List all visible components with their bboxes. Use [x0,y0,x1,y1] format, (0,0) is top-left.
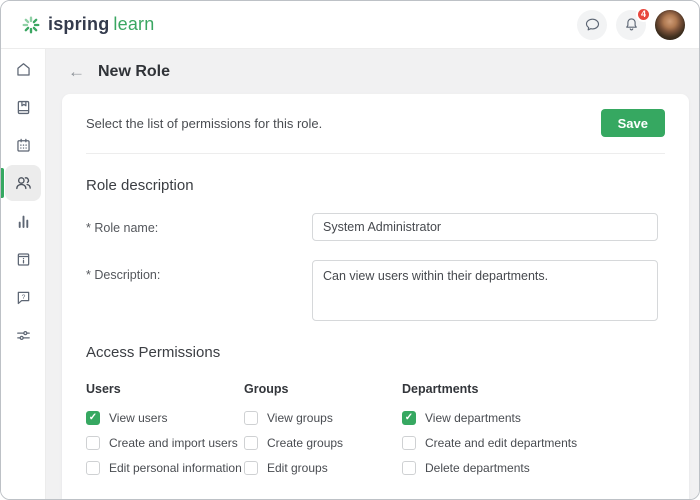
body: ? ← New Role Select the list of permissi… [1,49,699,500]
help-bubble-icon: ? [14,288,33,307]
permission-checkbox-delete-departments[interactable]: Delete departments [402,461,665,475]
permission-checkbox-edit-personal-information[interactable]: Edit personal information [86,461,244,475]
home-icon [14,60,33,79]
page-title: New Role [98,63,170,81]
save-button[interactable]: Save [601,109,665,137]
permission-checkbox-create-groups[interactable]: Create groups [244,436,402,450]
role-name-field-row: * Role name: [62,194,689,241]
checkbox-unchecked-icon[interactable] [402,461,416,475]
sidebar-item-users[interactable] [5,165,41,201]
description-field-row: * Description: Can view users within the… [62,241,689,321]
checkbox-unchecked-icon[interactable] [402,436,416,450]
sidebar-item-settings[interactable] [5,317,41,353]
permission-label: Create and import users [109,436,238,450]
checkbox-unchecked-icon[interactable] [244,411,258,425]
description-label: * Description: [86,260,312,282]
permission-column-header: Users [86,382,244,396]
back-button[interactable]: ← [68,63,85,80]
permission-column-departments: Departments ✓ View departments Create and e… [402,382,665,486]
top-bar: ispringlearn 4 [1,1,699,49]
notification-count-badge: 4 [636,7,651,22]
ispring-learn-logo[interactable]: ispringlearn [21,14,154,35]
permission-label: Edit personal information [109,461,242,475]
app-window: ispringlearn 4 [0,0,700,500]
sidebar-item-catalog[interactable] [5,241,41,277]
top-bar-actions: 4 [577,10,685,40]
role-name-label: * Role name: [86,213,312,235]
ispring-burst-icon [21,15,41,35]
permission-label: View users [109,411,167,425]
permission-column-header: Groups [244,382,402,396]
sidebar-item-reports[interactable] [5,203,41,239]
users-icon [13,173,33,193]
card-header: Select the list of permissions for this … [62,94,689,153]
kiosk-info-icon [14,250,33,269]
book-icon [14,98,33,117]
calendar-icon [14,136,33,155]
permission-checkbox-view-users[interactable]: ✓ View users [86,411,244,425]
permission-label: Create and edit departments [425,436,577,450]
intro-text: Select the list of permissions for this … [86,116,322,131]
permission-label: View departments [425,411,521,425]
active-item-indicator [1,168,4,198]
permission-checkbox-create-and-edit-departments[interactable]: Create and edit departments [402,436,665,450]
permission-label: Create groups [267,436,343,450]
permission-label: Delete departments [425,461,530,475]
description-textarea[interactable]: Can view users within their departments. [312,260,658,321]
checkbox-unchecked-icon[interactable] [244,436,258,450]
checkbox-checked-icon[interactable]: ✓ [86,411,100,425]
user-avatar[interactable] [655,10,685,40]
svg-text:?: ? [21,293,25,300]
permission-label: View groups [267,411,333,425]
sidebar-item-help[interactable]: ? [5,279,41,315]
sidebar-item-home[interactable] [5,51,41,87]
messages-button[interactable] [577,10,607,40]
bar-chart-icon [14,212,33,231]
permission-column-groups: Groups View groups Create groups Edit group… [244,382,402,486]
checkbox-unchecked-icon[interactable] [86,461,100,475]
sidebar-item-calendar[interactable] [5,127,41,163]
permission-column-users: Users ✓ View users Create and import users E… [86,382,244,486]
permission-checkbox-view-groups[interactable]: View groups [244,411,402,425]
settings-sliders-icon [14,326,33,345]
sidebar-item-courses[interactable] [5,89,41,125]
checkbox-unchecked-icon[interactable] [86,436,100,450]
permission-label: Edit groups [267,461,328,475]
main-content: ← New Role Select the list of permission… [46,49,699,500]
permission-checkbox-view-departments[interactable]: ✓ View departments [402,411,665,425]
permission-checkbox-edit-groups[interactable]: Edit groups [244,461,402,475]
role-form-card: Select the list of permissions for this … [62,94,689,500]
permission-column-header: Departments [402,382,665,396]
logo-product-text: learn [113,14,154,35]
permissions-grid: Users ✓ View users Create and import users E… [62,361,689,486]
logo-brand-text: ispring [48,14,109,35]
permission-checkbox-create-and-import-users[interactable]: Create and import users [86,436,244,450]
role-description-heading: Role description [62,154,689,194]
sidebar-nav: ? [1,49,46,500]
page-header: ← New Role [46,49,699,94]
checkbox-unchecked-icon[interactable] [244,461,258,475]
chat-bubble-icon [584,16,601,33]
access-permissions-heading: Access Permissions [62,321,689,361]
role-name-input[interactable] [312,213,658,241]
checkbox-checked-icon[interactable]: ✓ [402,411,416,425]
notifications-button[interactable]: 4 [616,10,646,40]
